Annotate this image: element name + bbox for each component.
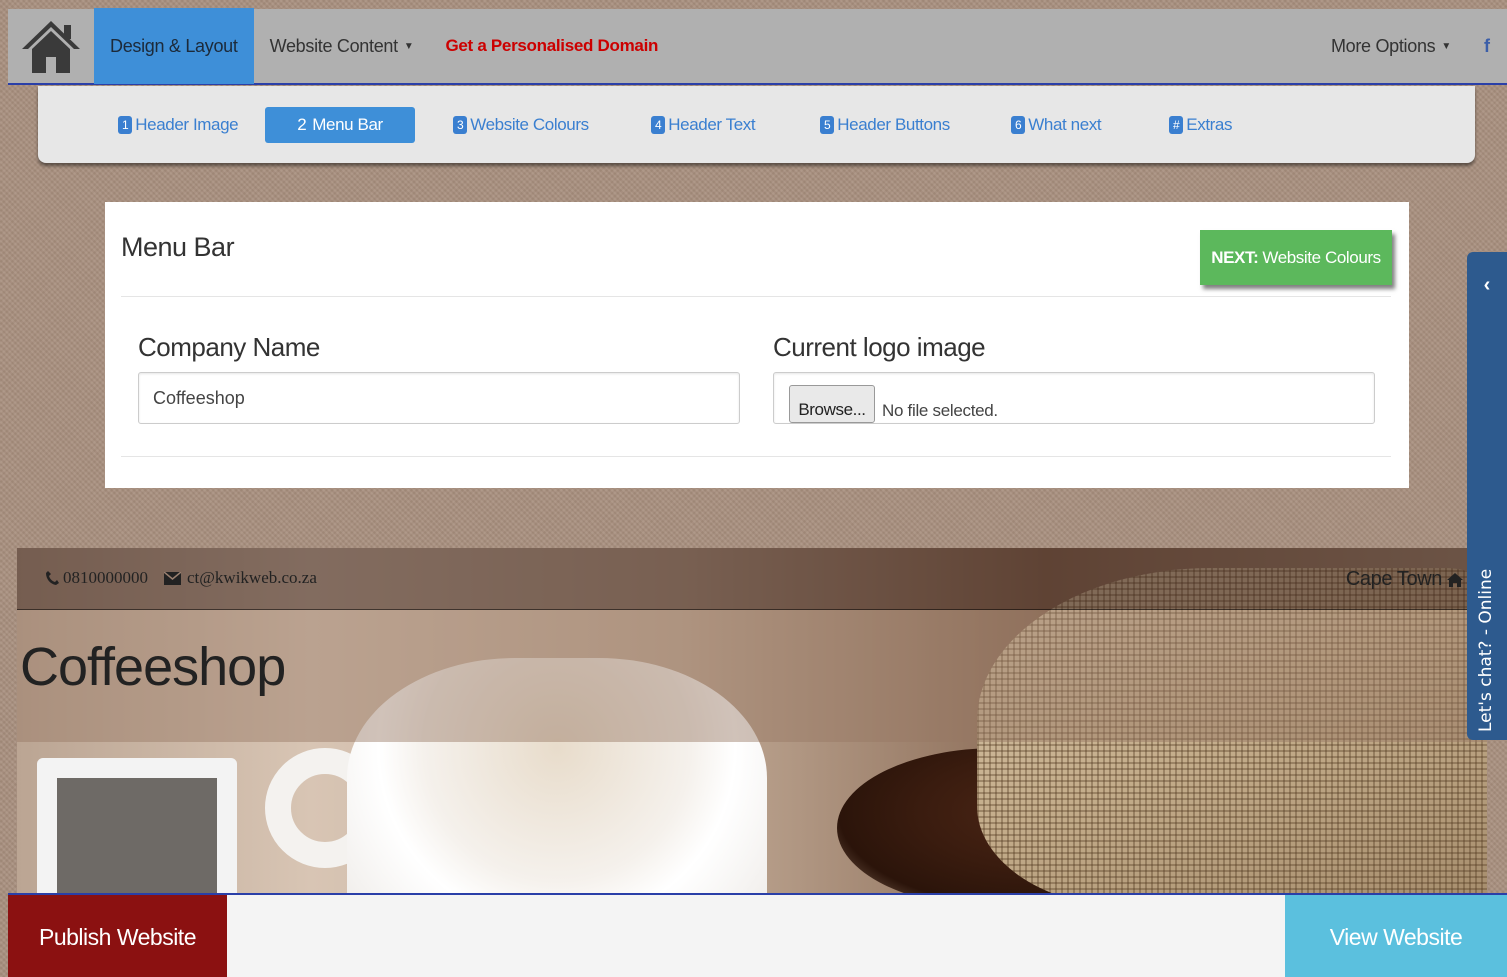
divider <box>121 456 1391 457</box>
chat-tab[interactable]: ‹ Let's chat? - Online <box>1467 252 1507 740</box>
step-label: Website Colours <box>470 115 589 134</box>
step-header-text[interactable]: 4 Header Text <box>651 107 756 143</box>
no-file-text: No file selected. <box>882 401 998 420</box>
panel-title: Menu Bar <box>121 232 235 262</box>
step-number: # <box>1169 116 1184 134</box>
preview-info-bar: 0810000000 ct@kwikweb.co.za Cape Town <box>17 548 1487 610</box>
nav-more-options[interactable]: More Options ▼ <box>1315 8 1467 84</box>
home-icon <box>1447 572 1463 587</box>
step-label: Header Image <box>135 115 239 134</box>
publish-website-button[interactable]: Publish Website <box>8 895 227 977</box>
phone-icon <box>46 571 59 585</box>
brand-name: Coffeeshop <box>20 637 286 697</box>
phone-number: 0810000000 <box>63 568 148 587</box>
email-address: ct@kwikweb.co.za <box>187 568 317 587</box>
logo-label: Current logo image <box>773 332 986 362</box>
chevron-left-icon[interactable]: ‹ <box>1467 274 1507 297</box>
envelope-icon <box>164 571 181 585</box>
divider <box>121 296 1391 297</box>
step-label: Header Text <box>668 115 756 134</box>
step-number: 4 <box>651 116 666 134</box>
step-label: Header Buttons <box>837 115 950 134</box>
step-label: Menu Bar <box>312 115 383 134</box>
facebook-icon[interactable]: f <box>1467 36 1507 57</box>
step-number: 3 <box>453 116 468 134</box>
step-what-next[interactable]: 6 What next <box>1011 107 1102 143</box>
step-number: 2 <box>297 115 307 134</box>
steps-bar: 1 Header Image 2 Menu Bar 3 Website Colo… <box>38 86 1475 163</box>
company-name-input[interactable] <box>138 372 740 424</box>
view-website-button[interactable]: View Website <box>1285 895 1507 977</box>
next-button[interactable]: NEXT: Website Colours <box>1200 230 1392 285</box>
step-header-buttons[interactable]: 5 Header Buttons <box>820 107 950 143</box>
next-label: Website Colours <box>1262 247 1381 267</box>
photo-frame-image <box>37 758 237 893</box>
nav-personalised-domain[interactable]: Get a Personalised Domain <box>429 8 674 84</box>
top-navbar: Design & Layout Website Content ▼ Get a … <box>8 8 1507 85</box>
location-info: Cape Town <box>1346 568 1463 591</box>
step-number: 1 <box>118 116 133 134</box>
brand-band: Coffeeshop <box>17 610 1487 742</box>
home-icon <box>22 21 80 73</box>
nav-design-layout-label: Design & Layout <box>110 35 238 56</box>
menu-bar-panel: Menu Bar NEXT: Website Colours Company N… <box>105 202 1409 488</box>
step-menu-bar[interactable]: 2 Menu Bar <box>265 107 415 143</box>
step-number: 6 <box>1011 116 1026 134</box>
more-options-label: More Options <box>1330 35 1436 56</box>
nav-website-content-label: Website Content <box>269 35 399 56</box>
bottom-action-bar: Publish Website View Website <box>8 893 1507 977</box>
location-text: Cape Town <box>1345 568 1443 590</box>
step-website-colours[interactable]: 3 Website Colours <box>453 107 589 143</box>
next-prefix: NEXT: <box>1211 247 1259 267</box>
step-header-image[interactable]: 1 Header Image <box>118 107 239 143</box>
step-extras[interactable]: # Extras <box>1169 107 1232 143</box>
logo-file-input[interactable]: Browse... No file selected. <box>773 372 1375 424</box>
step-label: What next <box>1028 115 1102 134</box>
browse-button[interactable]: Browse... <box>789 385 875 423</box>
nav-design-layout[interactable]: Design & Layout <box>94 8 254 84</box>
contact-info: 0810000000 ct@kwikweb.co.za <box>45 568 317 588</box>
caret-down-icon: ▼ <box>1441 40 1451 52</box>
step-label: Extras <box>1186 115 1233 134</box>
website-preview: Coffeeshop 0810000000 ct@kwikweb.co.za C… <box>17 548 1487 893</box>
company-name-label: Company Name <box>138 332 320 362</box>
nav-domain-label: Get a Personalised Domain <box>445 36 659 55</box>
chat-label: Let's chat? - Online <box>1476 568 1496 732</box>
nav-website-content[interactable]: Website Content ▼ <box>254 8 430 84</box>
caret-down-icon: ▼ <box>403 40 414 52</box>
step-number: 5 <box>820 116 835 134</box>
home-button[interactable] <box>8 8 94 84</box>
